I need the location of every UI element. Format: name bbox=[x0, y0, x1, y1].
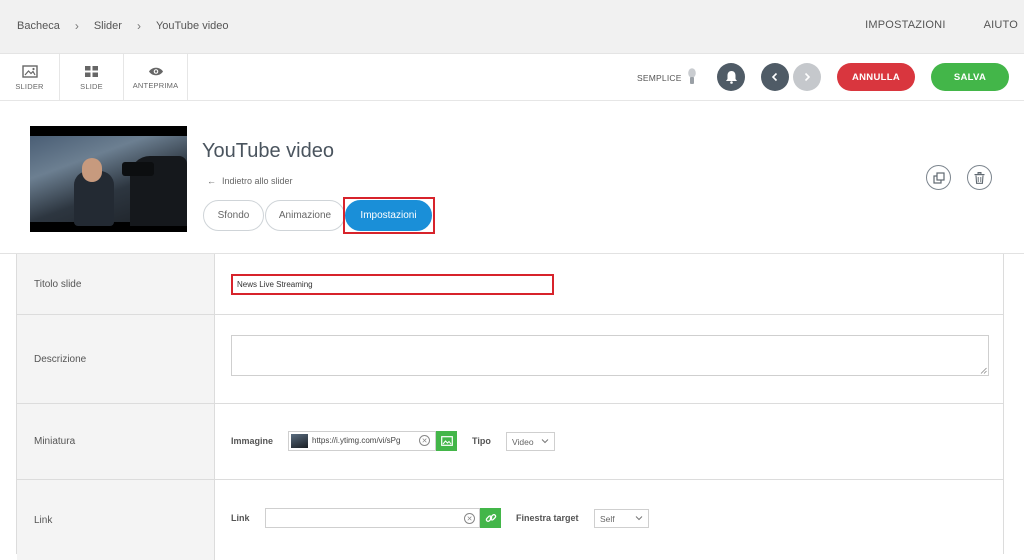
thumbnail-camera bbox=[122, 162, 154, 176]
link-field-label: Link bbox=[231, 513, 250, 523]
back-to-slider-label: Indietro allo slider bbox=[222, 176, 293, 186]
settings-link[interactable]: IMPOSTAZIONI bbox=[865, 19, 945, 31]
tab-background[interactable]: Sfondo bbox=[203, 200, 264, 231]
settings-table: Titolo slide Descrizione Miniatura Link bbox=[16, 254, 1004, 560]
link-input[interactable]: ✕ bbox=[265, 508, 480, 528]
previous-slide-button[interactable] bbox=[761, 63, 789, 91]
type-field-label: Tipo bbox=[472, 436, 491, 446]
target-window-value: Self bbox=[600, 514, 615, 524]
description-textarea[interactable] bbox=[231, 335, 989, 376]
top-nav: IMPOSTAZIONI AIUTO bbox=[865, 19, 1024, 31]
tab-settings-highlight bbox=[343, 197, 435, 234]
image-url-value: https://i.ytimg.com/vi/sPg bbox=[312, 436, 401, 445]
top-bar: Bacheca › Slider › YouTube video IMPOSTA… bbox=[0, 0, 1024, 54]
image-url-field[interactable]: https://i.ytimg.com/vi/sPg ✕ bbox=[288, 431, 436, 451]
clear-icon[interactable]: ✕ bbox=[419, 435, 430, 446]
breadcrumb-item-slider[interactable]: Slider bbox=[94, 20, 122, 32]
slide-thumbnail bbox=[30, 126, 187, 232]
bell-icon bbox=[725, 71, 737, 84]
image-icon bbox=[440, 436, 453, 446]
chevron-down-icon bbox=[635, 516, 643, 521]
cancel-button[interactable]: ANNULLA bbox=[837, 63, 915, 91]
delete-slide-button[interactable] bbox=[967, 165, 992, 190]
grid-icon bbox=[85, 65, 98, 77]
notifications-button[interactable] bbox=[717, 63, 745, 91]
slider-button-label: SLIDER bbox=[15, 81, 44, 91]
slide-button-label: SLIDE bbox=[80, 81, 103, 91]
title-row-label: Titolo slide bbox=[17, 254, 215, 314]
chevron-right-icon bbox=[804, 72, 811, 82]
chevron-right-icon: › bbox=[136, 19, 141, 33]
next-slide-button[interactable] bbox=[793, 63, 821, 91]
preview-button[interactable]: ANTEPRIMA bbox=[124, 54, 188, 101]
type-select-value: Video bbox=[512, 437, 534, 447]
thumbnail-face bbox=[82, 158, 102, 182]
image-field-label: Immagine bbox=[231, 436, 274, 446]
duplicate-icon bbox=[932, 171, 945, 184]
chevron-right-icon: › bbox=[74, 19, 79, 33]
row-link: Link bbox=[17, 480, 1003, 560]
breadcrumb-item-current: YouTube video bbox=[155, 20, 229, 32]
slide-button[interactable]: SLIDE bbox=[60, 54, 124, 101]
slide-title: YouTube video bbox=[202, 140, 334, 162]
link-icon bbox=[485, 514, 496, 522]
breadcrumb: Bacheca › Slider › YouTube video bbox=[17, 19, 229, 33]
save-button[interactable]: SALVA bbox=[931, 63, 1009, 91]
link-row-label: Link bbox=[17, 480, 215, 560]
image-preview bbox=[291, 434, 308, 448]
lightbulb-toggle-icon[interactable] bbox=[688, 68, 696, 86]
tab-animation[interactable]: Animazione bbox=[265, 200, 345, 231]
type-select[interactable]: Video bbox=[506, 432, 555, 451]
thumbnail-scene bbox=[30, 136, 187, 226]
choose-image-button[interactable] bbox=[436, 431, 457, 451]
help-link[interactable]: AIUTO bbox=[984, 19, 1018, 31]
duplicate-slide-button[interactable] bbox=[926, 165, 951, 190]
breadcrumb-item-dashboard[interactable]: Bacheca bbox=[17, 20, 60, 32]
description-row-label: Descrizione bbox=[17, 315, 215, 403]
trash-icon bbox=[974, 171, 985, 184]
resize-handle-icon[interactable] bbox=[980, 367, 987, 374]
chevron-down-icon bbox=[541, 439, 549, 444]
eye-icon bbox=[148, 67, 163, 75]
chevron-left-icon bbox=[771, 72, 778, 82]
image-icon bbox=[21, 64, 38, 78]
arrow-left-icon: ← bbox=[207, 176, 216, 186]
clear-icon[interactable]: ✕ bbox=[464, 513, 475, 524]
insert-link-button[interactable] bbox=[480, 508, 501, 528]
slide-title-input[interactable]: News Live Streaming bbox=[231, 274, 554, 295]
target-window-select[interactable]: Self bbox=[594, 509, 649, 528]
back-to-slider-link[interactable]: ← Indietro allo slider bbox=[207, 176, 293, 186]
slider-button[interactable]: SLIDER bbox=[0, 54, 60, 101]
target-window-label: Finestra target bbox=[516, 513, 579, 523]
preview-button-label: ANTEPRIMA bbox=[132, 80, 179, 90]
thumbnail-row-label: Miniatura bbox=[17, 404, 215, 479]
mode-label: SEMPLICE bbox=[637, 73, 682, 83]
